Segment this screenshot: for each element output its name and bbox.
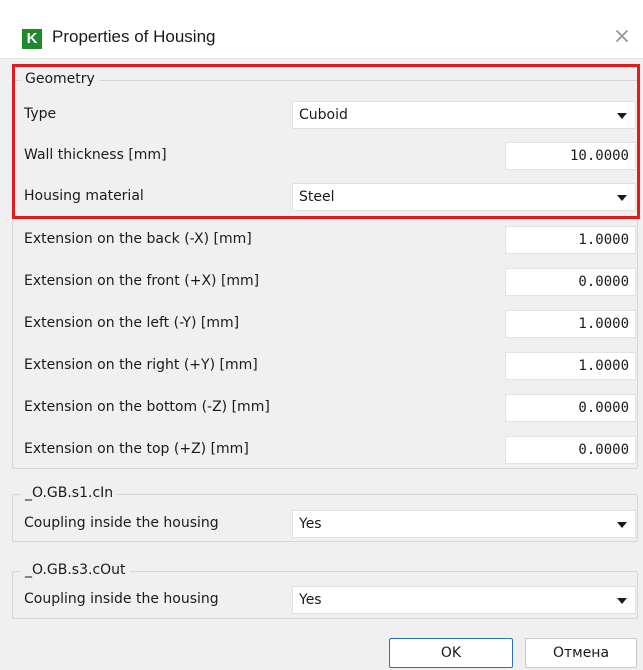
chevron-down-icon xyxy=(617,598,627,604)
housing-material-value: Steel xyxy=(299,189,335,205)
chevron-down-icon xyxy=(617,522,627,528)
close-icon[interactable]: × xyxy=(611,26,633,48)
extension-top-input[interactable]: 0.0000 xyxy=(505,436,636,464)
coupling-out-label: Coupling inside the housing xyxy=(24,591,219,607)
coupling-in-value: Yes xyxy=(299,516,322,532)
button-bar: OK Отмена xyxy=(0,638,643,670)
extension-label: Extension on the front (+X) [mm] xyxy=(24,273,260,289)
wall-thickness-row: Wall thickness [mm] 10.0000 xyxy=(0,138,643,175)
coupling-out-value: Yes xyxy=(299,592,322,608)
dialog-content: Geometry Type Cuboid Wall thickness [mm]… xyxy=(0,58,643,638)
extension-row: Extension on the front (+X) [mm] 0.0000 xyxy=(0,264,643,301)
type-label: Type xyxy=(24,106,57,122)
extension-back-input[interactable]: 1.0000 xyxy=(505,226,636,254)
geometry-legend: Geometry xyxy=(21,71,99,87)
housing-material-select[interactable]: Steel xyxy=(292,183,636,211)
extension-front-input[interactable]: 0.0000 xyxy=(505,268,636,296)
title-bar: K Properties of Housing × xyxy=(0,0,643,59)
housing-material-row: Housing material Steel xyxy=(0,179,643,216)
chevron-down-icon xyxy=(617,195,627,201)
extension-row: Extension on the left (-Y) [mm] 1.0000 xyxy=(0,306,643,343)
coupling-out-row: Coupling inside the housing Yes xyxy=(0,582,643,619)
type-value: Cuboid xyxy=(299,107,348,123)
coupling-in-row: Coupling inside the housing Yes xyxy=(0,506,643,543)
extension-row: Extension on the back (-X) [mm] 1.0000 xyxy=(0,222,643,259)
coupling-in-label: Coupling inside the housing xyxy=(24,515,219,531)
window-title: Properties of Housing xyxy=(52,27,216,46)
extension-right-input[interactable]: 1.0000 xyxy=(505,352,636,380)
ok-button[interactable]: OK xyxy=(389,638,513,668)
chevron-down-icon xyxy=(617,113,627,119)
type-select[interactable]: Cuboid xyxy=(292,101,636,129)
housing-material-label: Housing material xyxy=(24,188,144,204)
coupling-out-legend: _O.GB.s3.cOut xyxy=(21,562,130,578)
extension-left-input[interactable]: 1.0000 xyxy=(505,310,636,338)
coupling-out-select[interactable]: Yes xyxy=(292,586,636,614)
cancel-button[interactable]: Отмена xyxy=(525,638,637,668)
extension-label: Extension on the top (+Z) [mm] xyxy=(24,441,249,457)
coupling-in-legend: _O.GB.s1.cIn xyxy=(21,485,118,501)
extension-bottom-input[interactable]: 0.0000 xyxy=(505,394,636,422)
properties-dialog: K Properties of Housing × Geometry Type … xyxy=(0,0,643,670)
extension-label: Extension on the bottom (-Z) [mm] xyxy=(24,399,270,415)
coupling-in-select[interactable]: Yes xyxy=(292,510,636,538)
extension-label: Extension on the right (+Y) [mm] xyxy=(24,357,258,373)
app-k-icon: K xyxy=(22,29,42,49)
extension-label: Extension on the left (-Y) [mm] xyxy=(24,315,240,331)
wall-thickness-input[interactable]: 10.0000 xyxy=(505,142,636,170)
type-row: Type Cuboid xyxy=(0,97,643,134)
wall-thickness-label: Wall thickness [mm] xyxy=(24,147,167,163)
extension-label: Extension on the back (-X) [mm] xyxy=(24,231,252,247)
extension-row: Extension on the top (+Z) [mm] 0.0000 xyxy=(0,432,643,469)
extension-row: Extension on the bottom (-Z) [mm] 0.0000 xyxy=(0,390,643,427)
extension-row: Extension on the right (+Y) [mm] 1.0000 xyxy=(0,348,643,385)
